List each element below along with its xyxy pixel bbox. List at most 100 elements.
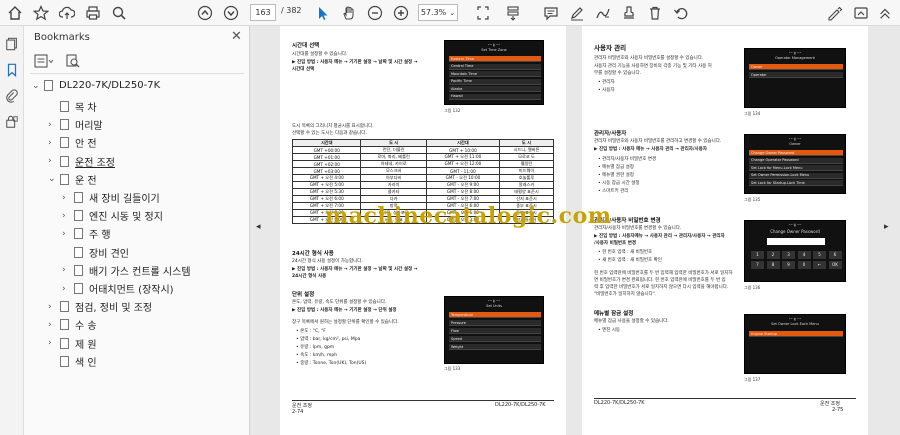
screen-set-time-zone: •• ▮ •• Set Time Zone Eastern Time Centra… xyxy=(444,40,544,105)
next-page-icon[interactable] xyxy=(222,4,240,22)
search-icon[interactable] xyxy=(110,4,128,22)
navigation-path: ▶ 진입 방법 : 사용자 메뉴 → 기기판 설정 → 날짜 및 시간 설정 → xyxy=(292,60,418,65)
keypad-key: 9 xyxy=(782,261,795,269)
chevron-down-icon[interactable]: ⌄ xyxy=(48,174,58,184)
list-item: • 현 번호 입력 : 새 비밀번호 xyxy=(598,250,653,255)
figure-caption: 그림 136 xyxy=(744,285,761,290)
footer-model: DL220-7K/DL250-7K xyxy=(594,400,645,406)
comment-icon[interactable] xyxy=(542,4,560,22)
figure-caption: 그림 135 xyxy=(744,197,761,202)
list-item: • 메뉴별 권한 설정 xyxy=(598,173,634,178)
navigation-path: ▶ 진입 방법 : 사용자 메뉴 → 기기판 설정 → 단위 설정 xyxy=(292,308,397,313)
bookmark-item[interactable]: › 배기 가스 컨트롤 시스템 xyxy=(62,263,191,278)
paragraph: 관리자 비밀번호와 사용자 비밀번호를 관리하고 변경할 수 있습니다. xyxy=(594,139,722,144)
layers-lock-icon[interactable] xyxy=(4,114,20,130)
footer-page-number: 2-74 xyxy=(292,409,304,415)
screen-row-label: Flow xyxy=(451,328,459,333)
bookmark-item[interactable]: ⌄ 운 전 xyxy=(48,172,97,187)
close-icon[interactable]: ✕ xyxy=(231,29,242,44)
bookmark-item[interactable]: › 제 원 xyxy=(48,336,97,351)
bookmark-item[interactable]: 장비 견인 xyxy=(62,245,129,260)
find-bookmark-icon[interactable] xyxy=(66,53,80,72)
share-icon[interactable] xyxy=(852,4,870,22)
table-cell: GMT - 11:00 xyxy=(425,167,501,175)
screen-row-label: Temperature xyxy=(451,312,474,317)
paragraph: 관리자 비밀번호와 사용자 비밀번호를 설정할 수 있습니다. xyxy=(594,56,704,61)
side-icon-bar xyxy=(0,26,24,435)
previous-page-icon[interactable] xyxy=(196,4,214,22)
bookmark-label: 엔진 시동 및 정지 xyxy=(89,212,163,224)
chevron-right-icon[interactable]: › xyxy=(48,302,58,312)
zoom-level-select[interactable]: 57.3% ⌄ xyxy=(418,4,458,21)
hand-tool-icon[interactable] xyxy=(340,4,358,22)
bookmark-label: 목 차 xyxy=(75,103,97,114)
bookmark-page-icon xyxy=(60,137,69,149)
figure-caption: 그림 133 xyxy=(444,366,461,371)
page-thumbnails-icon[interactable] xyxy=(4,36,20,52)
highlight-pen-icon[interactable] xyxy=(568,4,586,22)
stamp-icon[interactable] xyxy=(620,4,638,22)
star-icon[interactable] xyxy=(32,4,50,22)
bookmark-item[interactable]: › 머리말 xyxy=(48,117,103,132)
home-icon[interactable] xyxy=(6,4,24,22)
bookmark-options-icon[interactable] xyxy=(34,53,54,72)
document-viewer[interactable]: ◂ ▸ 시간대 선택 시간대를 설정할 수 있습니다. ▶ 진입 방법 : 사용… xyxy=(250,26,900,435)
bookmark-root[interactable]: ⌄ DL220-7K/DL250-7K xyxy=(32,80,160,91)
bookmark-page-icon xyxy=(60,155,69,167)
keypad-key: 6 xyxy=(828,251,842,259)
bookmark-item[interactable]: 색 인 xyxy=(48,354,97,369)
bookmark-item[interactable]: › 새 장비 길들이기 xyxy=(62,190,160,205)
table-cell: GMT + 오전 4:00 xyxy=(291,174,362,182)
keypad-key: 2 xyxy=(766,251,780,259)
scroll-mode-icon[interactable] xyxy=(504,4,522,22)
paragraph: 면 비밀번호가 변경 완료됩니다. 현 번호 입력란에 비밀번호를 두 번 입 xyxy=(594,278,726,283)
page-number-input[interactable]: 163 xyxy=(250,4,276,21)
attachment-icon[interactable] xyxy=(4,88,20,104)
chevron-down-icon[interactable]: ⌄ xyxy=(32,81,42,91)
screen-title: Owner xyxy=(789,142,801,146)
screen-menu-row: Owner xyxy=(749,64,843,70)
table-cell: GMT + 오전 6:00 xyxy=(291,195,362,203)
screen-header: •• ▮ •• xyxy=(487,299,501,303)
bookmark-item[interactable]: › 안 전 xyxy=(48,135,97,150)
screen-menu-row: Alaska xyxy=(449,86,541,92)
chevron-right-icon[interactable]: › xyxy=(48,156,58,166)
bookmark-item[interactable]: › 엔진 시동 및 정지 xyxy=(62,208,163,223)
chevron-right-icon[interactable]: › xyxy=(62,193,72,203)
figure-caption: 그림 132 xyxy=(444,108,461,113)
scroll-left-icon[interactable]: ◂ xyxy=(256,222,261,232)
chevron-right-icon[interactable]: › xyxy=(62,284,72,294)
expand-toolbar-icon[interactable] xyxy=(878,4,892,22)
screen-row-label: Pressure xyxy=(451,320,466,325)
bookmark-item[interactable]: › 어태치먼트 (장작시) xyxy=(62,281,174,296)
cloud-upload-icon[interactable] xyxy=(58,4,76,22)
chevron-right-icon[interactable]: › xyxy=(62,211,72,221)
delete-icon[interactable] xyxy=(646,4,664,22)
fit-page-icon[interactable] xyxy=(474,4,492,22)
chevron-right-icon[interactable]: › xyxy=(48,138,58,148)
chevron-right-icon[interactable]: › xyxy=(48,338,58,348)
sign-icon[interactable] xyxy=(826,4,844,22)
chevron-right-icon[interactable]: › xyxy=(48,320,58,330)
bookmark-item[interactable]: › 수 송 xyxy=(48,317,97,332)
bookmark-item[interactable]: › 점검, 정비 및 조정 xyxy=(48,299,152,314)
zoom-out-icon[interactable] xyxy=(366,4,384,22)
bookmark-item[interactable]: 목 차 xyxy=(48,99,97,114)
bookmark-item[interactable]: › 주 행 xyxy=(62,226,111,241)
chevron-right-icon[interactable]: › xyxy=(48,120,58,130)
chevron-right-icon[interactable]: › xyxy=(62,265,72,275)
scroll-right-icon[interactable]: ▸ xyxy=(884,222,889,232)
screen-menu-row: Change Owner Password xyxy=(749,150,843,156)
zoom-in-icon[interactable] xyxy=(392,4,410,22)
table-header-cell: 도 시 xyxy=(360,139,427,147)
bookmark-page-icon xyxy=(60,173,69,185)
paragraph: "비밀번호가 일치하지 않습니다". xyxy=(594,292,657,297)
bookmark-item[interactable]: › 운전 조정 xyxy=(48,154,115,169)
select-cursor-icon[interactable] xyxy=(314,4,332,22)
undo-icon[interactable] xyxy=(672,4,690,22)
draw-icon[interactable] xyxy=(594,4,612,22)
print-icon[interactable] xyxy=(84,4,102,22)
bookmark-icon[interactable] xyxy=(4,62,20,78)
bookmark-page-icon xyxy=(74,246,83,258)
chevron-right-icon[interactable]: › xyxy=(62,229,72,239)
